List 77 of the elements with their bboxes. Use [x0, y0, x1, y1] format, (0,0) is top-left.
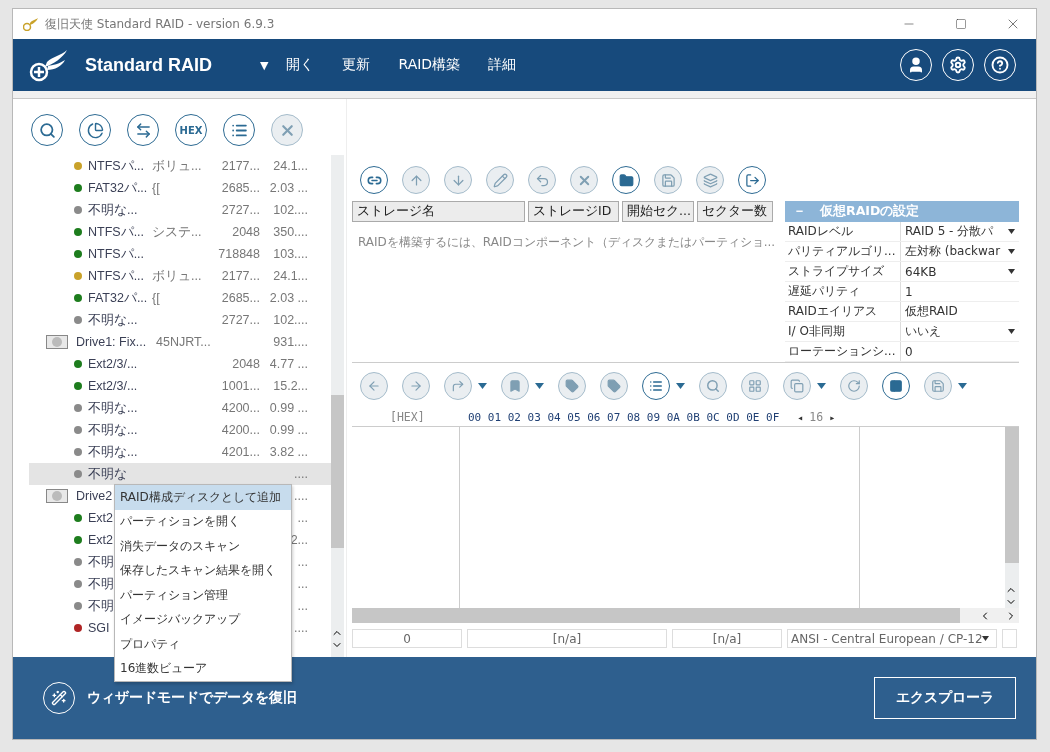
tree-cell: {[	[152, 291, 160, 305]
property-label: ローテーションシ...	[785, 342, 901, 362]
tree-cell: 102....	[273, 203, 308, 217]
tree-cell: 931....	[273, 335, 308, 349]
tree-name: NTFSパ...	[88, 267, 145, 285]
tree-cell: 2685...	[221, 181, 260, 195]
tree-name: Drive1: Fix...	[76, 335, 147, 349]
settings-title: 仮想RAIDの設定	[820, 203, 920, 221]
tree-cell: ....	[294, 467, 308, 481]
tree-name: Ext2	[88, 511, 113, 525]
tree-cell: 4201...	[221, 445, 260, 459]
tree-name: 不明	[88, 575, 114, 593]
tree-cell: 45NJRT...	[156, 335, 211, 349]
tree-name: NTFSパ...	[88, 157, 145, 175]
tree-cell: 0.99 ...	[269, 423, 308, 437]
tree-cell: 4200...	[221, 401, 260, 415]
tree-name: 不明な	[88, 465, 127, 483]
tree-cell: 15.2...	[273, 379, 308, 393]
tree-cell: 2...	[290, 533, 308, 547]
window-title: 復旧天使 Standard RAID - version 6.9.3	[45, 15, 276, 33]
tree-cell: 2177...	[221, 269, 260, 283]
tree-name: SGI	[88, 621, 110, 635]
tree-name: 不明な...	[88, 201, 138, 219]
property-label: ストライプサイズ	[785, 262, 901, 282]
tree-cell: 718848	[218, 247, 260, 261]
width-value: 16	[809, 410, 824, 424]
tree-name: 不明	[88, 553, 114, 571]
tree-cell: 2.03 ...	[269, 291, 308, 305]
tree-cell: 24.1...	[273, 159, 308, 173]
tree-cell: 3.82 ...	[269, 445, 308, 459]
property-label: I/ O非同期	[785, 322, 901, 342]
tree-cell: ボリュ...	[152, 157, 202, 175]
tree-cell: ....	[294, 489, 308, 503]
tree-name: NTFSパ...	[88, 245, 145, 263]
tree-cell: 102....	[273, 313, 308, 327]
tree-cell: ボリュ...	[152, 267, 202, 285]
tree-name: FAT32パ...	[88, 289, 148, 307]
tree-cell: 103....	[273, 247, 308, 261]
tree-cell: 24.1...	[273, 269, 308, 283]
app-name: Standard RAID	[85, 54, 213, 76]
tree-cell: ....	[294, 621, 308, 635]
tree-name: 不明な...	[88, 311, 138, 329]
tree-cell: 4.77 ...	[269, 357, 308, 371]
tree-cell: 0.99 ...	[269, 401, 308, 415]
hex-label: [HEX]	[390, 410, 426, 424]
tree-name: 不明な...	[88, 399, 138, 417]
tree-name: Ext2	[88, 533, 113, 547]
tree-name: 不明な...	[88, 443, 138, 461]
tree-name: Ext2/3/...	[88, 357, 138, 371]
hex-offsets: 00 01 02 03 04 05 06 07 08 09 0A 0B 0C 0D 0E 0F	[468, 410, 780, 424]
property-label: RAIDレベル	[785, 222, 901, 242]
tree-cell: {[	[152, 181, 160, 195]
tree-name: 不明な...	[88, 421, 138, 439]
tree-name: Drive2	[76, 489, 113, 503]
tree-cell: システ...	[152, 223, 202, 241]
tree-cell: ...	[297, 511, 308, 525]
tree-cell: 2727...	[221, 313, 260, 327]
tree-name: FAT32パ...	[88, 179, 148, 197]
property-label: RAIDエイリアス	[785, 302, 901, 322]
tree-cell: ...	[297, 599, 308, 613]
tree-cell: 4200...	[221, 423, 260, 437]
tree-cell: 2048	[232, 357, 260, 371]
tree-cell: 350....	[273, 225, 308, 239]
tree-name: Ext2/3/...	[88, 379, 138, 393]
tree-name: 不明	[88, 597, 114, 615]
tree-name: NTFSパ...	[88, 223, 145, 241]
hint-text: RAIDを構築するには、RAIDコンポーネント（ディスクまたはパーティショ...	[357, 234, 777, 251]
tree-cell: 1001...	[221, 379, 260, 393]
tree-cell: 2685...	[221, 291, 260, 305]
tree-cell: 2727...	[221, 203, 260, 217]
property-label: パリティアルゴリ...	[785, 242, 901, 262]
property-label: 遅延パリティ	[785, 282, 901, 302]
tree-cell: 2177...	[221, 159, 260, 173]
tree-cell: ...	[297, 577, 308, 591]
tree-cell: 2.03 ...	[269, 181, 308, 195]
tree-cell: ...	[297, 555, 308, 569]
tree-cell: 2048	[232, 225, 260, 239]
